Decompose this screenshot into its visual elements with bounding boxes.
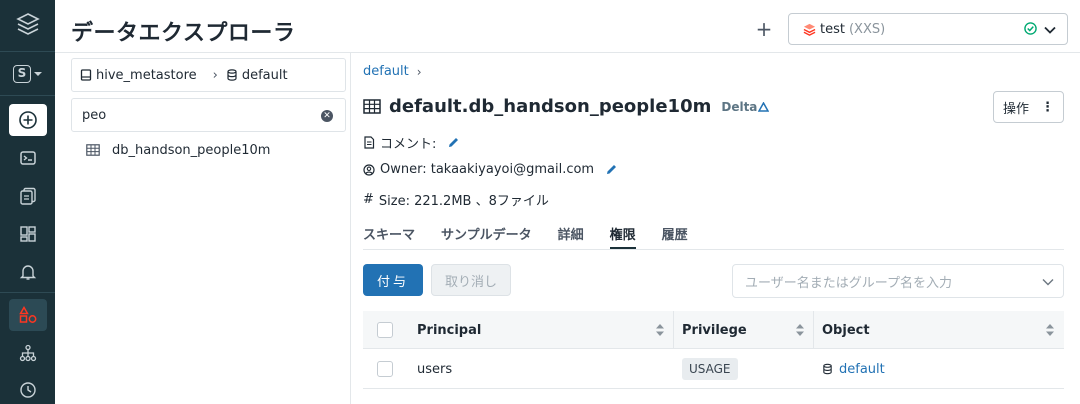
alerts-bell-icon[interactable] [9,256,47,288]
object-link[interactable]: default [822,362,885,377]
tab-schema[interactable]: スキーマ [363,224,415,250]
delta-triangle-icon [758,101,770,112]
sort-icon[interactable] [795,323,805,337]
create-icon[interactable] [9,104,47,136]
nav-rail: S [0,0,55,404]
delta-label: Delta [721,99,758,114]
tab-details[interactable]: 詳細 [558,224,584,250]
chevron-right-icon: › [416,64,422,79]
object-name: default [839,361,885,377]
user-filter-placeholder: ユーザー名またはグループ名を入力 [745,275,952,291]
database-icon [823,363,832,375]
sql-editor-icon[interactable] [9,142,47,174]
select-all-checkbox[interactable] [377,322,393,338]
comment-row: コメント: [363,133,460,152]
more-vertical-icon: ⋮ [1041,99,1054,115]
sort-icon[interactable] [655,323,665,337]
user-icon [363,163,375,176]
object-cell: default [822,349,885,389]
add-button[interactable]: + [752,16,776,42]
privilege-badge: USAGE [682,358,738,380]
warehouse-name: test [820,21,845,37]
catalog-breadcrumb: hive_metastore › default [71,58,346,92]
owner-row: Owner: takaakiyayoi@gmail.com [363,162,618,177]
size-row: # Size: 221.2MB 、8ファイル [363,190,549,209]
user-group-filter-input[interactable]: ユーザー名またはグループ名を入力 [732,264,1064,298]
principal-cell: users [417,361,453,377]
table-icon [363,99,381,114]
tree-item-label: db_handson_people10m [112,142,271,158]
data-explorer-icon[interactable] [9,299,47,331]
dashboards-icon[interactable] [9,218,47,250]
table-name: default.db_handson_people10m [389,96,712,117]
table-title: default.db_handson_people10m Delta [363,96,770,117]
operations-label: 操作 [1002,101,1029,117]
catalog-name: hive_metastore [96,67,197,83]
column-privilege[interactable]: Privilege [682,311,747,349]
schema-name: default [241,67,288,83]
warehouse-selector[interactable]: test (XXS) [788,13,1068,45]
comment-label: コメント: [380,137,437,152]
column-object[interactable]: Object [822,311,870,349]
size-text: Size: 221.2MB 、8ファイル [378,194,549,209]
workspace-badge: S [13,65,31,83]
row-checkbox[interactable] [377,361,393,377]
column-principal[interactable]: Principal [417,311,481,349]
privilege-cell: USAGE [682,349,738,389]
warehouse-size: (XXS) [848,21,886,37]
revoke-button[interactable]: 取り消し [431,264,511,296]
table-search-input[interactable]: peo ✕ [71,98,346,132]
panel-divider [350,53,351,404]
workspace-switcher[interactable]: S [9,58,47,90]
edit-owner-icon[interactable] [605,163,618,176]
clear-search-icon[interactable]: ✕ [321,110,333,122]
chevron-right-icon: › [212,67,218,83]
database-icon [227,69,237,81]
history-clock-icon[interactable] [9,374,47,404]
details-breadcrumb: default › [363,64,422,79]
tree-item-table[interactable]: db_handson_people10m [86,140,270,160]
queries-icon[interactable] [9,180,47,212]
grant-button[interactable]: 付与 [363,264,423,296]
tab-sample-data[interactable]: サンプルデータ [441,224,532,250]
search-value: peo [82,107,107,123]
sort-icon[interactable] [1045,323,1055,337]
permissions-table-header: Principal Privilege Object [363,311,1064,349]
tab-permissions[interactable]: 権限 [609,224,636,250]
delta-badge: Delta [721,99,770,114]
warehouse-icon [803,23,816,36]
owner-text: Owner: takaakiyayoi@gmail.com [380,162,595,177]
edit-comment-icon[interactable] [447,136,460,149]
tabs-underline [363,249,1064,250]
databricks-logo-icon[interactable] [9,8,47,40]
table-icon [86,144,100,156]
details-tabs: スキーマ サンプルデータ 詳細 権限 履歴 [363,224,714,250]
status-ok-icon [1024,22,1037,35]
header-divider [55,52,1080,53]
schema-crumb[interactable]: default [226,68,288,83]
workflows-icon[interactable] [9,337,47,369]
catalog-crumb[interactable]: hive_metastore [80,68,197,83]
breadcrumb-schema-link[interactable]: default [363,64,409,79]
table-row: users USAGE default [363,349,1064,389]
chevron-down-icon [1042,279,1054,286]
caret-down-icon [34,72,42,76]
operations-button[interactable]: 操作 ⋮ [993,91,1064,123]
tab-history[interactable]: 履歴 [662,224,688,250]
page-title: データエクスプローラ [71,21,296,46]
chevron-down-icon [1044,26,1056,34]
catalog-icon [80,69,92,81]
hash-icon: # [363,192,374,207]
document-icon [364,136,375,149]
